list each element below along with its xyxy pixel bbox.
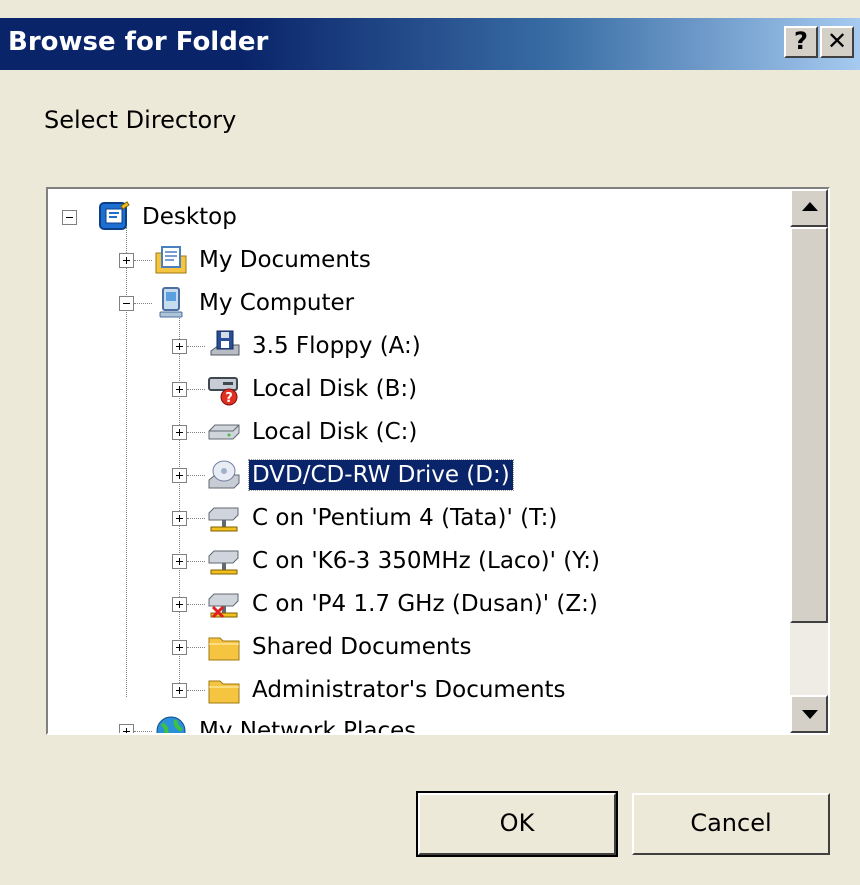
tree-item-label: Local Disk (B:)	[252, 376, 418, 402]
help-button[interactable]: ?	[784, 26, 818, 58]
expand-toggle[interactable]	[119, 723, 134, 733]
down-arrow-icon	[802, 710, 818, 719]
dialog-title: Browse for Folder	[8, 27, 269, 57]
expand-toggle[interactable]	[172, 639, 187, 655]
documents-folder-icon	[154, 243, 188, 277]
computer-icon	[154, 286, 188, 320]
scroll-thumb[interactable]	[790, 227, 828, 623]
disconnected-network-drive-icon	[207, 587, 241, 621]
folder-tree[interactable]: Desktop My Documents My Computer 3.5 Flo…	[46, 187, 830, 735]
network-places-icon	[154, 714, 188, 733]
tree-item-label: DVD/CD-RW Drive (D:)	[248, 459, 514, 491]
close-button[interactable]: ✕	[820, 26, 854, 58]
folder-icon	[207, 673, 241, 707]
scroll-up-button[interactable]	[790, 189, 828, 227]
tree-item-network-drive-z[interactable]: C on 'P4 1.7 GHz (Dusan)' (Z:)	[172, 584, 601, 624]
expand-toggle[interactable]	[172, 682, 187, 698]
collapse-toggle[interactable]	[62, 209, 77, 225]
disk-error-icon: ?	[207, 372, 241, 406]
dvd-drive-icon	[207, 458, 241, 492]
tree-item-my-computer[interactable]: My Computer	[119, 283, 357, 323]
network-drive-icon	[207, 501, 241, 535]
tree-item-label: Local Disk (C:)	[252, 419, 418, 445]
expand-toggle[interactable]	[172, 596, 187, 612]
vertical-scrollbar[interactable]	[790, 189, 828, 733]
expand-toggle[interactable]	[172, 510, 187, 526]
tree-item-desktop[interactable]: Desktop	[62, 197, 240, 237]
expand-toggle[interactable]	[172, 424, 187, 440]
tree-item-dvd-drive[interactable]: DVD/CD-RW Drive (D:)	[172, 455, 514, 495]
tree-item-label: My Documents	[199, 247, 371, 273]
tree-item-label: C on 'K6-3 350MHz (Laco)' (Y:)	[252, 548, 600, 574]
expand-toggle[interactable]	[172, 338, 187, 354]
ok-button[interactable]: OK	[416, 791, 618, 857]
svg-text:?: ?	[225, 391, 233, 406]
expand-toggle[interactable]	[172, 381, 187, 397]
expand-toggle[interactable]	[119, 252, 134, 268]
tree-item-my-documents[interactable]: My Documents	[119, 240, 374, 280]
tree-item-network-drive-y[interactable]: C on 'K6-3 350MHz (Laco)' (Y:)	[172, 541, 603, 581]
tree-item-label: 3.5 Floppy (A:)	[252, 333, 421, 359]
browse-for-folder-dialog: Browse for Folder ? ✕ Select Directory D…	[0, 0, 860, 885]
cancel-button[interactable]: Cancel	[632, 793, 830, 855]
expand-toggle[interactable]	[172, 467, 187, 483]
tree-item-label: Desktop	[142, 204, 237, 230]
tree-item-local-disk-b[interactable]: ? Local Disk (B:)	[172, 369, 420, 409]
folder-tree-content: Desktop My Documents My Computer 3.5 Flo…	[48, 189, 790, 735]
tree-item-administrators-documents[interactable]: Administrator's Documents	[172, 670, 569, 710]
dialog-prompt: Select Directory	[44, 106, 237, 134]
tree-item-shared-documents[interactable]: Shared Documents	[172, 627, 474, 667]
tree-item-label: Shared Documents	[252, 634, 472, 660]
tree-item-label: My Network Places	[199, 718, 417, 735]
tree-item-label: C on 'P4 1.7 GHz (Dusan)' (Z:)	[252, 591, 598, 617]
scroll-down-button[interactable]	[790, 695, 828, 733]
tree-item-label: My Computer	[199, 290, 355, 316]
tree-item-network-drive-t[interactable]: C on 'Pentium 4 (Tata)' (T:)	[172, 498, 560, 538]
floppy-drive-icon	[207, 329, 241, 363]
tree-item-local-disk-c[interactable]: Local Disk (C:)	[172, 412, 420, 452]
up-arrow-icon	[802, 202, 818, 211]
hard-disk-icon	[207, 415, 241, 449]
collapse-toggle[interactable]	[119, 295, 134, 311]
folder-icon	[207, 630, 241, 664]
tree-item-label: C on 'Pentium 4 (Tata)' (T:)	[252, 505, 558, 531]
desktop-icon	[97, 200, 131, 234]
network-drive-icon	[207, 544, 241, 578]
expand-toggle[interactable]	[172, 553, 187, 569]
title-bar[interactable]: Browse for Folder ? ✕	[0, 18, 860, 70]
tree-item-my-network-places[interactable]: My Network Places	[119, 711, 419, 735]
tree-item-label: Administrator's Documents	[252, 677, 566, 703]
tree-item-floppy[interactable]: 3.5 Floppy (A:)	[172, 326, 424, 366]
